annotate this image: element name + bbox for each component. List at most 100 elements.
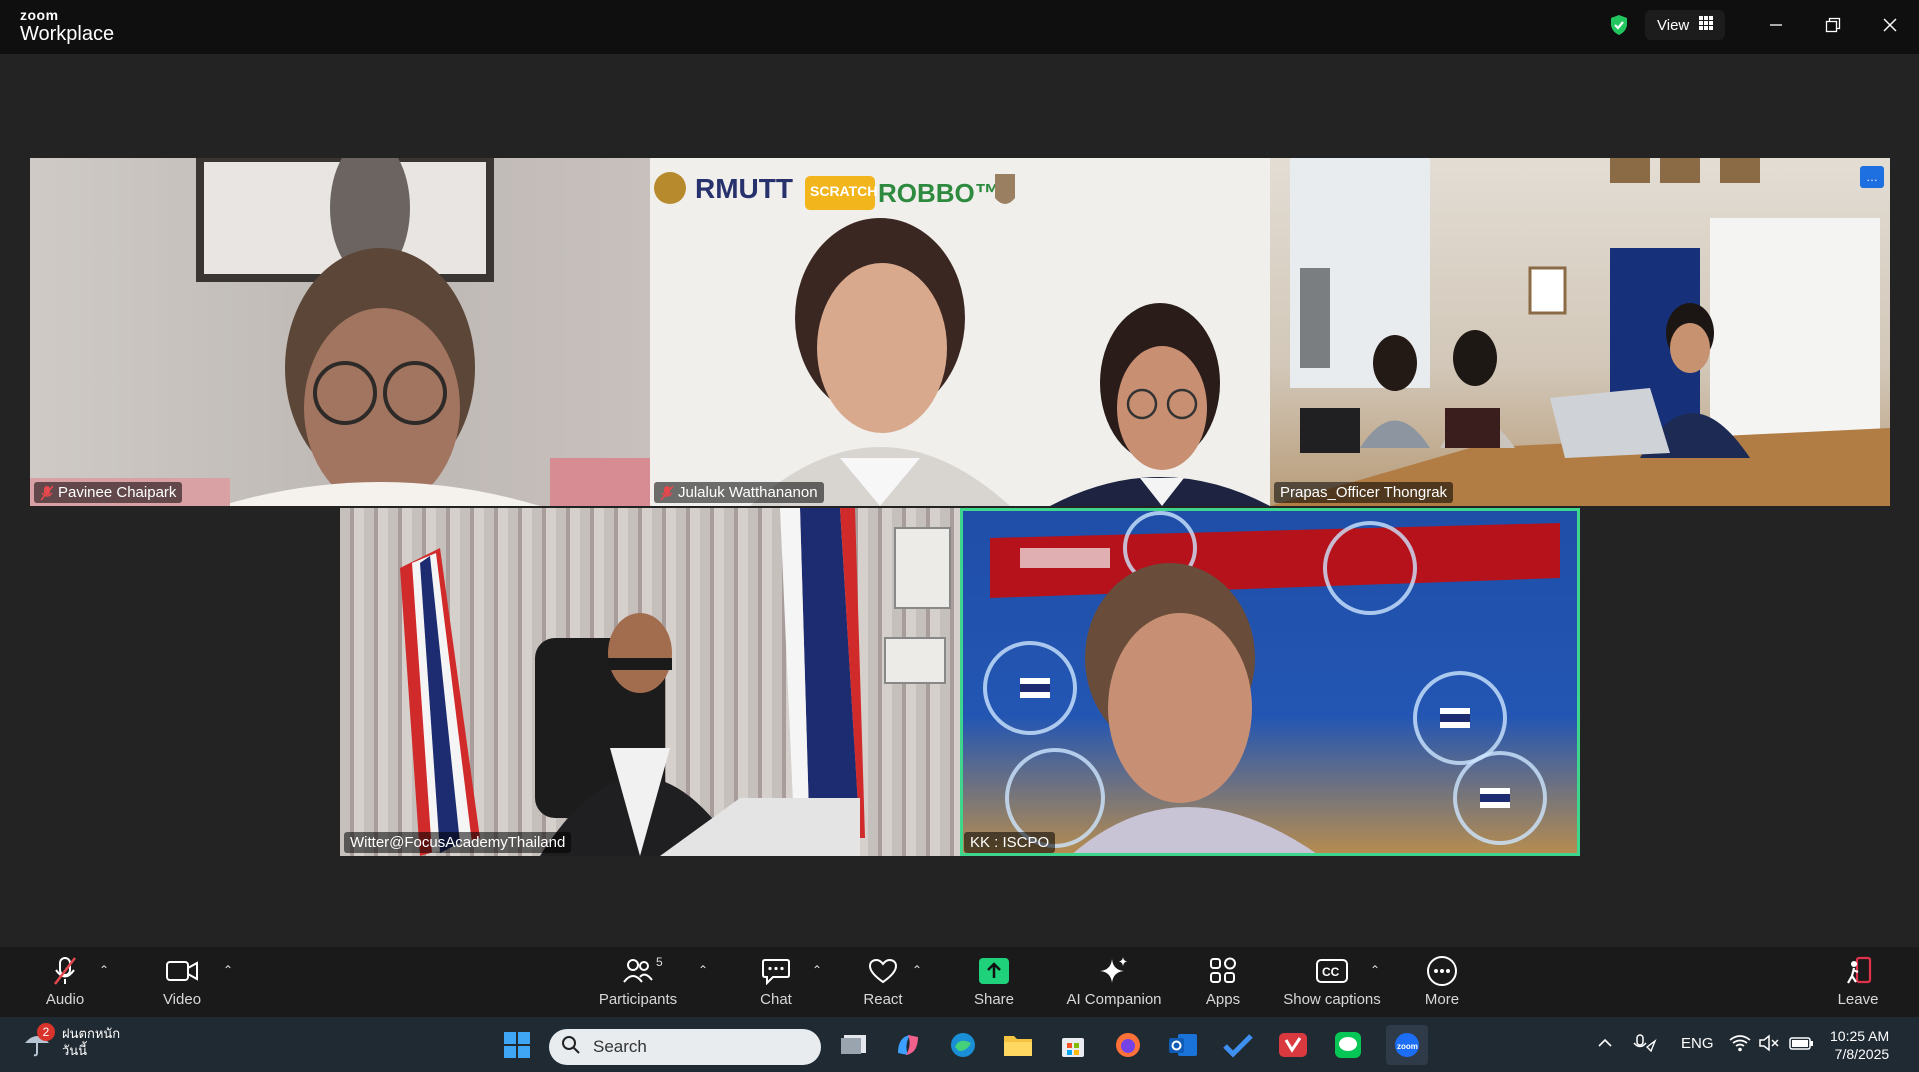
zoom-taskbar-icon[interactable]: zoom [1386, 1025, 1428, 1065]
participants-options-chevron-icon[interactable]: ⌃ [695, 963, 711, 979]
participants-count: 5 [656, 955, 663, 969]
express-vpn-icon[interactable] [1277, 1029, 1309, 1061]
video-tile[interactable]: … Prapas_Officer Thongrak [1270, 158, 1890, 506]
weather-condition: ฝนตกหนัก [62, 1026, 121, 1041]
weather-badge: 2 [37, 1023, 55, 1041]
react-label: React [863, 991, 903, 1008]
leave-button[interactable]: Leave [1803, 955, 1913, 1008]
task-view-icon[interactable] [838, 1029, 870, 1061]
ai-companion-label: AI Companion [1066, 991, 1162, 1008]
zoom-logo: zoom Workplace [20, 8, 114, 46]
participant-name: Pavinee Chaipark [58, 484, 177, 501]
rain-umbrella-icon: 2 [22, 1023, 55, 1057]
encryption-shield-icon[interactable] [1607, 13, 1631, 37]
participant-video: … [1270, 158, 1890, 506]
participant-name-tag: KK : ISCPO [964, 832, 1056, 853]
share-screen-icon [977, 955, 1011, 987]
participants-label: Participants [598, 991, 678, 1008]
participant-video: RMUTT SCRATCH ROBBO™ [654, 172, 1270, 506]
more-button[interactable]: More [1387, 955, 1497, 1008]
participant-name-tag: Witter@FocusAcademyThailand [344, 832, 572, 853]
battery-icon[interactable] [1788, 1031, 1816, 1055]
weather-day: วันนี้ [62, 1043, 88, 1058]
search-icon [561, 1035, 581, 1060]
svg-text:zoom: zoom [1397, 1042, 1418, 1051]
speaker-muted-icon[interactable] [1757, 1031, 1783, 1055]
outlook-icon[interactable] [1167, 1029, 1199, 1061]
audio-label: Audio [45, 991, 85, 1008]
camera-icon [165, 955, 199, 987]
windows-taskbar: 2 ฝนตกหนัก วันนี้ Search zoom ENG 10:25 … [0, 1017, 1919, 1072]
participants-button[interactable]: 5 Participants [583, 955, 693, 1008]
captions-options-chevron-icon[interactable]: ⌃ [1367, 963, 1383, 979]
participant-name: KK : ISCPO [970, 834, 1050, 851]
clock-time: 10:25 AM [1830, 1028, 1890, 1044]
mic-muted-icon [660, 484, 674, 501]
file-explorer-icon[interactable] [1002, 1029, 1034, 1061]
weather-widget[interactable]: 2 ฝนตกหนัก วันนี้ [22, 1023, 121, 1059]
tray-chevron-up-icon[interactable] [1593, 1031, 1617, 1055]
share-label: Share [973, 991, 1015, 1008]
wifi-icon[interactable] [1727, 1031, 1753, 1055]
participant-video [400, 508, 951, 856]
brand-zoom: zoom [20, 7, 59, 23]
brand-workplace: Workplace [20, 23, 115, 45]
taskbar-search-box[interactable]: Search [549, 1029, 821, 1065]
mic-muted-icon [40, 484, 54, 501]
share-button[interactable]: Share [939, 955, 1049, 1008]
grid-icon [1699, 16, 1714, 34]
closed-captions-icon: CC [1315, 955, 1349, 987]
line-app-icon[interactable] [1332, 1029, 1364, 1061]
search-placeholder: Search [593, 1037, 647, 1056]
apps-button[interactable]: Apps [1168, 955, 1278, 1008]
firefox-icon[interactable] [1112, 1029, 1144, 1061]
react-options-chevron-icon[interactable]: ⌃ [909, 963, 925, 979]
copilot-icon[interactable] [892, 1029, 924, 1061]
participant-name: Witter@FocusAcademyThailand [350, 834, 566, 851]
clock-date: 7/8/2025 [1834, 1046, 1890, 1062]
chat-label: Chat [760, 991, 792, 1008]
participant-video [983, 511, 1560, 856]
video-tile[interactable]: Pavinee Chaipark [30, 158, 650, 506]
ai-companion-button[interactable]: AI Companion [1059, 955, 1169, 1008]
microsoft-store-icon[interactable] [1057, 1029, 1089, 1061]
participant-name: Prapas_Officer Thongrak [1280, 484, 1448, 501]
view-button[interactable]: View [1645, 10, 1726, 40]
restore-button[interactable] [1813, 10, 1853, 40]
leave-icon [1841, 955, 1875, 987]
input-language[interactable]: ENG [1681, 1035, 1714, 1052]
apps-icon [1206, 955, 1240, 987]
svg-text:…: … [1866, 170, 1878, 184]
meeting-toolbar: Audio ⌃ Video ⌃ 5 Participants ⌃ Chat ⌃ … [0, 947, 1919, 1017]
captions-label: Show captions [1283, 991, 1381, 1008]
system-clock[interactable]: 10:25 AM 7/8/2025 [1830, 1027, 1889, 1063]
tray-mic-location-icon[interactable] [1632, 1031, 1658, 1055]
chat-options-chevron-icon[interactable]: ⌃ [809, 963, 825, 979]
todo-checkmark-icon[interactable] [1222, 1029, 1254, 1061]
more-label: More [1424, 991, 1460, 1008]
logo-robbo: ROBBO™ [878, 178, 1001, 208]
video-tile[interactable]: Witter@FocusAcademyThailand [340, 508, 960, 856]
participant-name-tag: Pavinee Chaipark [34, 482, 183, 503]
participant-video [30, 158, 650, 506]
edge-browser-icon[interactable] [947, 1029, 979, 1061]
video-tile[interactable]: RMUTT SCRATCH ROBBO™ Julaluk Watthananon [650, 158, 1270, 506]
logo-rmutt: RMUTT [695, 173, 793, 204]
video-tile-active-speaker[interactable]: KK : ISCPO [960, 508, 1580, 856]
participant-name-tag: Prapas_Officer Thongrak [1274, 482, 1454, 503]
more-icon [1425, 955, 1459, 987]
meeting-gallery: Pavinee Chaipark RMUTT SCRATCH ROBBO™ Ju… [0, 54, 1919, 947]
video-label: Video [162, 991, 202, 1008]
video-options-chevron-icon[interactable]: ⌃ [220, 963, 236, 979]
participant-name: Julaluk Watthananon [678, 484, 818, 501]
apps-label: Apps [1205, 991, 1241, 1008]
minimize-button[interactable] [1756, 10, 1796, 40]
heart-icon [866, 955, 900, 987]
logo-scratch: SCRATCH [810, 183, 877, 199]
chat-icon [759, 955, 793, 987]
participant-name-tag: Julaluk Watthananon [654, 482, 824, 503]
windows-start-icon[interactable] [501, 1029, 533, 1061]
close-window-button[interactable] [1870, 10, 1910, 40]
audio-options-chevron-icon[interactable]: ⌃ [96, 963, 112, 979]
title-bar: zoom Workplace View [0, 0, 1919, 54]
